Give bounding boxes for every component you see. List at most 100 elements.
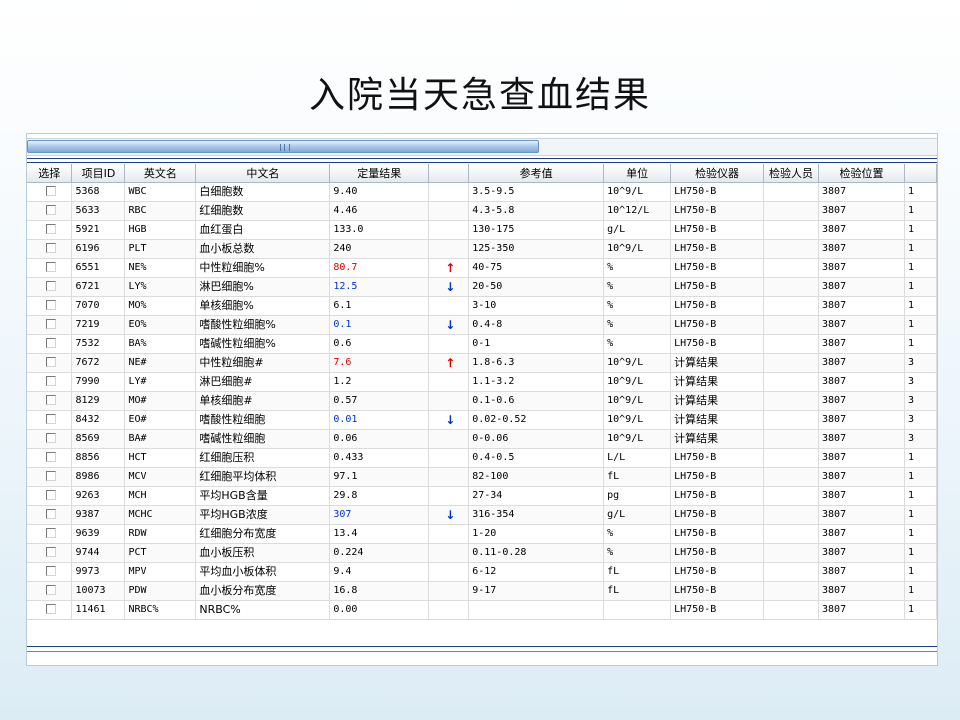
select-cell (27, 600, 73, 620)
english-name-cell: NE# (124, 353, 197, 373)
table-row[interactable]: 9387 MCHC 平均HGB浓度 307 ↓ 316-354 g/L LH750-B 3807… (27, 505, 937, 525)
row-checkbox[interactable] (45, 376, 56, 386)
col-header-location[interactable]: 检验位置 (818, 164, 905, 183)
table-row[interactable]: 8986 MCV 红细胞平均体积 97.1 82-100 fL LH750-B 3807 1 (27, 467, 937, 487)
top-scrollbar[interactable] (27, 138, 937, 156)
row-checkbox[interactable] (45, 262, 56, 272)
english-name-cell: LY# (124, 372, 197, 392)
row-checkbox[interactable] (45, 490, 56, 500)
row-checkbox[interactable] (45, 452, 56, 462)
unit-cell: % (603, 524, 672, 544)
table-row[interactable]: 11461 NRBC% NRBC% 0.00 LH750-B 3807 1 (27, 600, 937, 620)
table-row[interactable]: 6721 LY% 淋巴细胞% 12.5 ↓ 20-50% LH750-B 3807 1 (27, 277, 937, 297)
col-header-unit[interactable]: 单位 (603, 164, 672, 183)
arrow-up-icon: ↑ (445, 261, 456, 275)
scrollbar-thumb[interactable] (27, 140, 539, 153)
table-row[interactable]: 10073 PDW 血小板分布宽度 16.8 9-17 fL LH750-B 3807 1 (27, 581, 937, 601)
reference-cell (468, 600, 605, 620)
staff-cell (763, 448, 820, 468)
table-row[interactable]: 9744 PCT 血小板压积 0.224 0.11-0.28% LH750-B 3807 1 (27, 543, 937, 563)
select-cell (27, 524, 73, 544)
extra-cell: 1 (904, 296, 937, 316)
table-row[interactable]: 7672 NE# 中性粒细胞# 7.6 ↑ 1.8-6.3 10^9/L 计算结果 3807 3 (27, 353, 937, 373)
table-row[interactable]: 9639 RDW 红细胞分布宽度 13.4 1-20% LH750-B 3807 1 (27, 524, 937, 544)
row-checkbox[interactable] (45, 205, 56, 215)
unit-cell: 10^9/L (603, 239, 672, 259)
row-checkbox[interactable] (45, 528, 56, 538)
location-cell: 3807 (818, 505, 905, 525)
table-row[interactable]: 8856 HCT 红细胞压积 0.433 0.4-0.5 L/L LH750-B 3807 1 (27, 448, 937, 468)
chinese-name-cell: 淋巴细胞% (195, 277, 331, 297)
table-row[interactable]: 5921 HGB 血红蛋白 133.0 130-175 g/L LH750-B 3807 1 (27, 220, 937, 240)
instrument-cell: LH750-B (670, 581, 765, 601)
table-row[interactable]: 8129 MO# 单核细胞# 0.57 0.1-0.6 10^9/L 计算结果 3807 3 (27, 391, 937, 411)
row-checkbox[interactable] (45, 414, 56, 424)
table-row[interactable]: 9263 MCH 平均HGB含量 29.8 27-34 pg LH750-B 3807 1 (27, 486, 937, 506)
chinese-name-cell: 平均HGB浓度 (195, 505, 331, 525)
row-checkbox[interactable] (45, 566, 56, 576)
table-row[interactable]: 7070 MO% 单核细胞% 6.1 3-10% LH750-B 3807 1 (27, 296, 937, 316)
location-cell: 3807 (818, 201, 905, 221)
col-header-item-id[interactable]: 项目ID (71, 164, 126, 183)
arrow-down-icon: ↓ (445, 318, 456, 332)
col-header-extra[interactable] (904, 164, 937, 183)
reference-cell: 1.8-6.3 (468, 353, 605, 373)
chinese-name-cell: 血红蛋白 (195, 220, 331, 240)
table-row[interactable]: 5633 RBC 红细胞数 4.46 4.3-5.8 10^12/L LH750-B 3807… (27, 201, 937, 221)
row-checkbox[interactable] (45, 319, 56, 329)
col-header-staff[interactable]: 检验人员 (763, 164, 820, 183)
reference-cell: 82-100 (468, 467, 605, 487)
row-checkbox[interactable] (45, 281, 56, 291)
col-header-english-name[interactable]: 英文名 (124, 164, 197, 183)
row-checkbox[interactable] (45, 186, 56, 196)
instrument-cell: 计算结果 (670, 372, 765, 392)
item-id-cell: 8569 (71, 429, 126, 449)
row-checkbox[interactable] (45, 300, 56, 310)
instrument-cell: 计算结果 (670, 410, 765, 430)
table-row[interactable]: 6551 NE% 中性粒细胞% 80.7 ↑ 40-75% LH750-B 3807 1 (27, 258, 937, 278)
col-header-chinese-name[interactable]: 中文名 (195, 164, 331, 183)
col-header-select[interactable]: 选择 (27, 164, 73, 183)
results-table: 选择 项目ID 英文名 中文名 定量结果 参考值 单位 检验仪器 检验人员 检验… (27, 164, 937, 620)
flag-cell (428, 600, 470, 620)
item-id-cell: 7219 (71, 315, 126, 335)
row-checkbox[interactable] (45, 357, 56, 367)
col-header-reference[interactable]: 参考值 (468, 164, 605, 183)
unit-cell: g/L (603, 220, 672, 240)
col-header-instrument[interactable]: 检验仪器 (670, 164, 765, 183)
unit-cell: % (603, 258, 672, 278)
extra-cell: 3 (904, 429, 937, 449)
location-cell: 3807 (818, 277, 905, 297)
row-checkbox[interactable] (45, 395, 56, 405)
table-row[interactable]: 8569 BA# 嗜碱性粒细胞 0.06 0-0.06 10^9/L 计算结果 3807 3 (27, 429, 937, 449)
table-row[interactable]: 7532 BA% 嗜碱性粒细胞% 0.6 0-1% LH750-B 3807 1 (27, 334, 937, 354)
table-row[interactable]: 9973 MPV 平均血小板体积 9.4 6-12 fL LH750-B 3807 1 (27, 562, 937, 582)
table-row[interactable]: 7219 EO% 嗜酸性粒细胞% 0.1 ↓ 0.4-8% LH750-B 3807 1 (27, 315, 937, 335)
row-checkbox[interactable] (45, 509, 56, 519)
row-checkbox[interactable] (45, 224, 56, 234)
col-header-result[interactable]: 定量结果 (329, 164, 430, 183)
english-name-cell: MO% (124, 296, 197, 316)
row-checkbox[interactable] (45, 338, 56, 348)
table-row[interactable]: 6196 PLT 血小板总数 240 125-350 10^9/L LH750-B 3807 1 (27, 239, 937, 259)
table-row[interactable]: 8432 EO# 嗜酸性粒细胞 0.01 ↓ 0.02-0.52 10^9/L 计算结果 380… (27, 410, 937, 430)
instrument-cell: LH750-B (670, 239, 765, 259)
row-checkbox[interactable] (45, 585, 56, 595)
table-row[interactable]: 5368 WBC 白细胞数 9.40 3.5-9.5 10^9/L LH750-B 3807 1 (27, 182, 937, 202)
row-checkbox[interactable] (45, 433, 56, 443)
item-id-cell: 7070 (71, 296, 126, 316)
table-row[interactable]: 7990 LY# 淋巴细胞# 1.2 1.1-3.2 10^9/L 计算结果 3807 3 (27, 372, 937, 392)
english-name-cell: RBC (124, 201, 197, 221)
item-id-cell: 10073 (71, 581, 126, 601)
staff-cell (763, 220, 820, 240)
row-checkbox[interactable] (45, 471, 56, 481)
unit-cell: fL (603, 467, 672, 487)
result-cell: 7.6 (329, 353, 430, 373)
row-checkbox[interactable] (45, 547, 56, 557)
unit-cell: fL (603, 562, 672, 582)
flag-cell (428, 296, 470, 316)
col-header-flag[interactable] (428, 164, 470, 183)
row-checkbox[interactable] (45, 604, 56, 614)
flag-cell: ↓ (428, 315, 470, 335)
row-checkbox[interactable] (45, 243, 56, 253)
